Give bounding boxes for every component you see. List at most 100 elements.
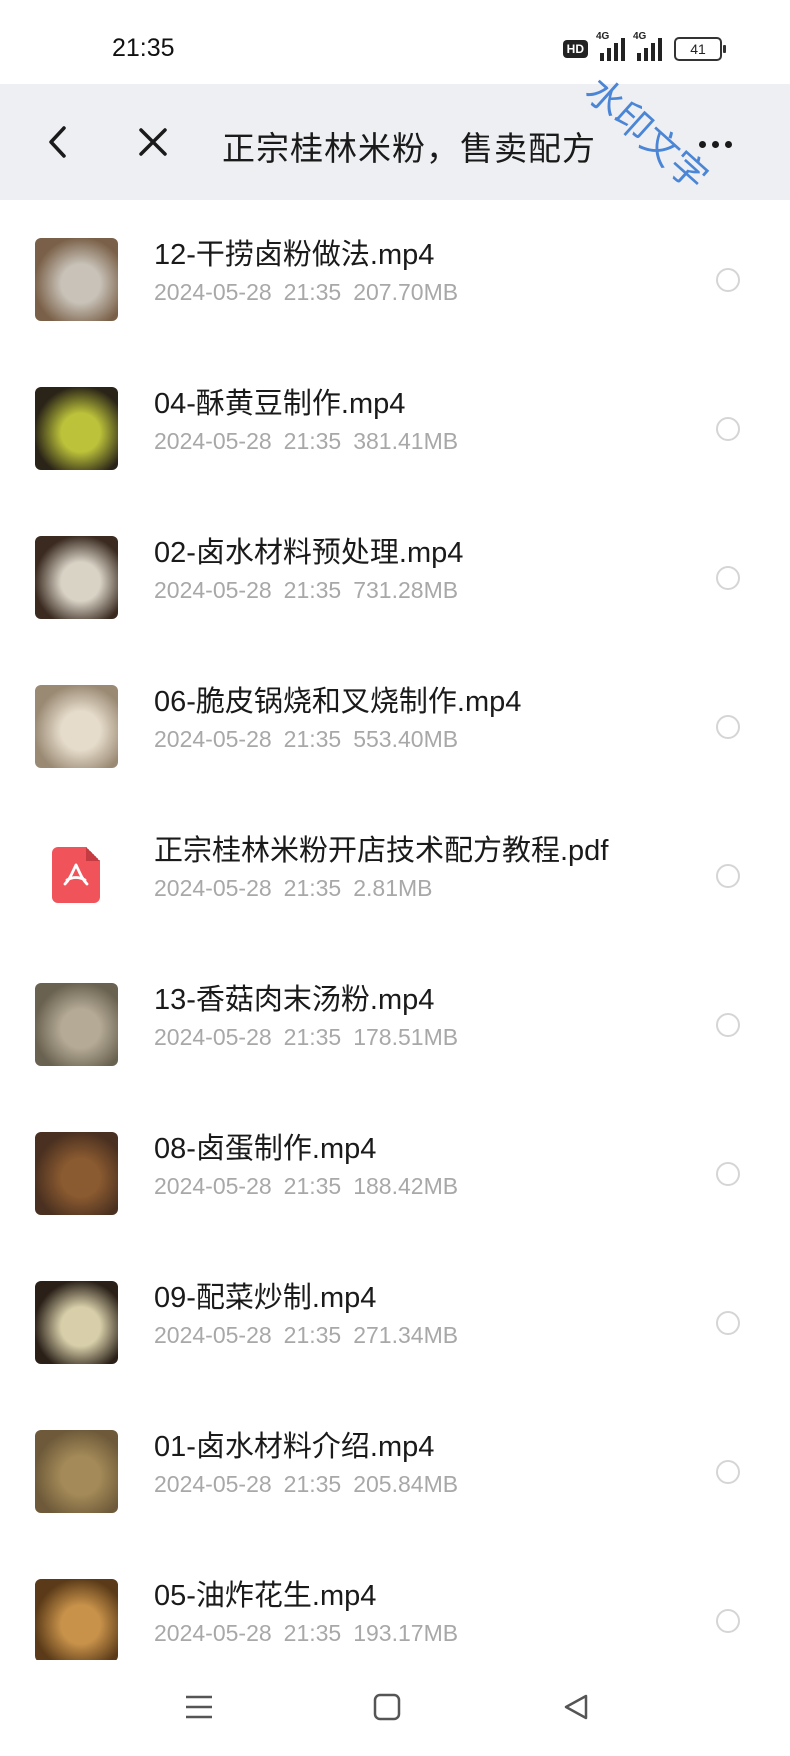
- back-triangle-icon: [564, 1694, 588, 1720]
- close-button[interactable]: [125, 114, 181, 170]
- file-date: 2024-05-28: [154, 1471, 272, 1497]
- home-square-icon: [373, 1693, 401, 1721]
- file-date: 2024-05-28: [154, 1322, 272, 1348]
- signal-icon: 4G: [633, 31, 662, 61]
- file-name: 正宗桂林米粉开店技术配方教程.pdf: [154, 835, 609, 867]
- network-type-label: 4G: [633, 31, 647, 42]
- file-size: 381.41MB: [353, 428, 459, 454]
- file-list-item[interactable]: 02-卤水材料预处理.mp4 2024-05-28 21:35 731.28MB: [0, 498, 790, 647]
- file-time: 21:35: [283, 1173, 342, 1199]
- video-thumbnail: [35, 238, 118, 321]
- file-time: 21:35: [283, 279, 342, 305]
- select-radio[interactable]: [716, 1162, 740, 1186]
- file-date: 2024-05-28: [154, 1620, 272, 1646]
- file-time: 21:35: [283, 726, 342, 752]
- status-bar: 21:35 HD 4G 4G 41: [0, 0, 790, 84]
- file-date: 2024-05-28: [154, 279, 272, 305]
- select-radio[interactable]: [716, 566, 740, 590]
- file-size: 553.40MB: [353, 726, 459, 752]
- file-meta: 2024-05-28 21:35 188.42MB: [154, 1173, 458, 1200]
- file-size: 193.17MB: [353, 1620, 459, 1646]
- video-thumbnail: [35, 536, 118, 619]
- file-meta: 2024-05-28 21:35 205.84MB: [154, 1471, 458, 1498]
- more-dots-icon: [698, 140, 706, 148]
- chevron-left-icon: [49, 126, 66, 158]
- close-icon: [139, 128, 167, 156]
- file-meta: 2024-05-28 21:35 731.28MB: [154, 577, 458, 604]
- pdf-file-icon: [52, 847, 100, 903]
- file-list-item[interactable]: 12-干捞卤粉做法.mp4 2024-05-28 21:35 207.70MB: [0, 200, 790, 349]
- file-meta: 2024-05-28 21:35 207.70MB: [154, 279, 458, 306]
- file-size: 188.42MB: [353, 1173, 459, 1199]
- status-icons: HD 4G 4G 41: [562, 31, 726, 64]
- select-radio[interactable]: [716, 1460, 740, 1484]
- file-time: 21:35: [283, 1620, 342, 1646]
- file-size: 2.81MB: [353, 875, 433, 901]
- file-size: 271.34MB: [353, 1322, 459, 1348]
- header-bar: 正宗桂林米粉，售卖配方: [0, 84, 790, 200]
- file-time: 21:35: [283, 1322, 342, 1348]
- file-name: 12-干捞卤粉做法.mp4: [154, 239, 435, 271]
- select-radio[interactable]: [716, 1013, 740, 1037]
- video-thumbnail: [35, 1430, 118, 1513]
- video-thumbnail: [35, 983, 118, 1066]
- file-time: 21:35: [283, 428, 342, 454]
- file-name: 05-油炸花生.mp4: [154, 1580, 377, 1612]
- file-time: 21:35: [283, 1024, 342, 1050]
- file-date: 2024-05-28: [154, 577, 272, 603]
- system-nav-bar: [0, 1660, 790, 1756]
- file-list: 12-干捞卤粉做法.mp4 2024-05-28 21:35 207.70MB 04-酥…: [0, 200, 790, 1660]
- file-name: 04-酥黄豆制作.mp4: [154, 388, 406, 420]
- file-size: 207.70MB: [353, 279, 459, 305]
- file-list-item[interactable]: 05-油炸花生.mp4 2024-05-28 21:35 193.17MB: [0, 1541, 790, 1660]
- home-button[interactable]: [362, 1682, 412, 1732]
- system-back-button[interactable]: [551, 1682, 601, 1732]
- page-title: 正宗桂林米粉，售卖配方: [222, 130, 596, 167]
- more-dots-icon: [724, 140, 732, 148]
- select-radio[interactable]: [716, 1609, 740, 1633]
- file-list-item[interactable]: 08-卤蛋制作.mp4 2024-05-28 21:35 188.42MB: [0, 1094, 790, 1243]
- back-button[interactable]: [30, 114, 86, 170]
- menu-icon: [186, 1695, 212, 1719]
- file-date: 2024-05-28: [154, 428, 272, 454]
- select-radio[interactable]: [716, 417, 740, 441]
- file-name: 08-卤蛋制作.mp4: [154, 1133, 377, 1165]
- file-meta: 2024-05-28 21:35 2.81MB: [154, 875, 432, 902]
- file-meta: 2024-05-28 21:35 381.41MB: [154, 428, 458, 455]
- file-date: 2024-05-28: [154, 726, 272, 752]
- file-list-item[interactable]: 13-香菇肉末汤粉.mp4 2024-05-28 21:35 178.51MB: [0, 945, 790, 1094]
- select-radio[interactable]: [716, 864, 740, 888]
- file-list-item[interactable]: 正宗桂林米粉开店技术配方教程.pdf 2024-05-28 21:35 2.81MB: [0, 796, 790, 945]
- file-date: 2024-05-28: [154, 1173, 272, 1199]
- video-thumbnail: [35, 1132, 118, 1215]
- file-list-item[interactable]: 04-酥黄豆制作.mp4 2024-05-28 21:35 381.41MB: [0, 349, 790, 498]
- file-size: 178.51MB: [353, 1024, 459, 1050]
- more-dots-icon: [711, 140, 719, 148]
- file-list-item[interactable]: 01-卤水材料介绍.mp4 2024-05-28 21:35 205.84MB: [0, 1392, 790, 1541]
- file-size: 731.28MB: [353, 577, 459, 603]
- menu-button[interactable]: [174, 1682, 224, 1732]
- video-thumbnail: [35, 1579, 118, 1660]
- video-thumbnail: [35, 685, 118, 768]
- file-date: 2024-05-28: [154, 1024, 272, 1050]
- file-name: 01-卤水材料介绍.mp4: [154, 1431, 435, 1463]
- more-options-button[interactable]: [690, 132, 740, 156]
- file-name: 13-香菇肉末汤粉.mp4: [154, 984, 435, 1016]
- select-radio[interactable]: [716, 715, 740, 739]
- file-meta: 2024-05-28 21:35 553.40MB: [154, 726, 458, 753]
- video-thumbnail: [35, 387, 118, 470]
- select-radio[interactable]: [716, 1311, 740, 1335]
- file-name: 09-配菜炒制.mp4: [154, 1282, 377, 1314]
- video-thumbnail: [35, 1281, 118, 1364]
- file-name: 06-脆皮锅烧和叉烧制作.mp4: [154, 686, 522, 718]
- select-radio[interactable]: [716, 268, 740, 292]
- status-time: 21:35: [112, 34, 175, 62]
- file-list-item[interactable]: 06-脆皮锅烧和叉烧制作.mp4 2024-05-28 21:35 553.40MB: [0, 647, 790, 796]
- signal-icon: 4G: [596, 31, 625, 61]
- file-time: 21:35: [283, 577, 342, 603]
- file-size: 205.84MB: [353, 1471, 459, 1497]
- file-name: 02-卤水材料预处理.mp4: [154, 537, 464, 569]
- file-meta: 2024-05-28 21:35 178.51MB: [154, 1024, 458, 1051]
- network-type-label: 4G: [596, 31, 610, 42]
- file-list-item[interactable]: 09-配菜炒制.mp4 2024-05-28 21:35 271.34MB: [0, 1243, 790, 1392]
